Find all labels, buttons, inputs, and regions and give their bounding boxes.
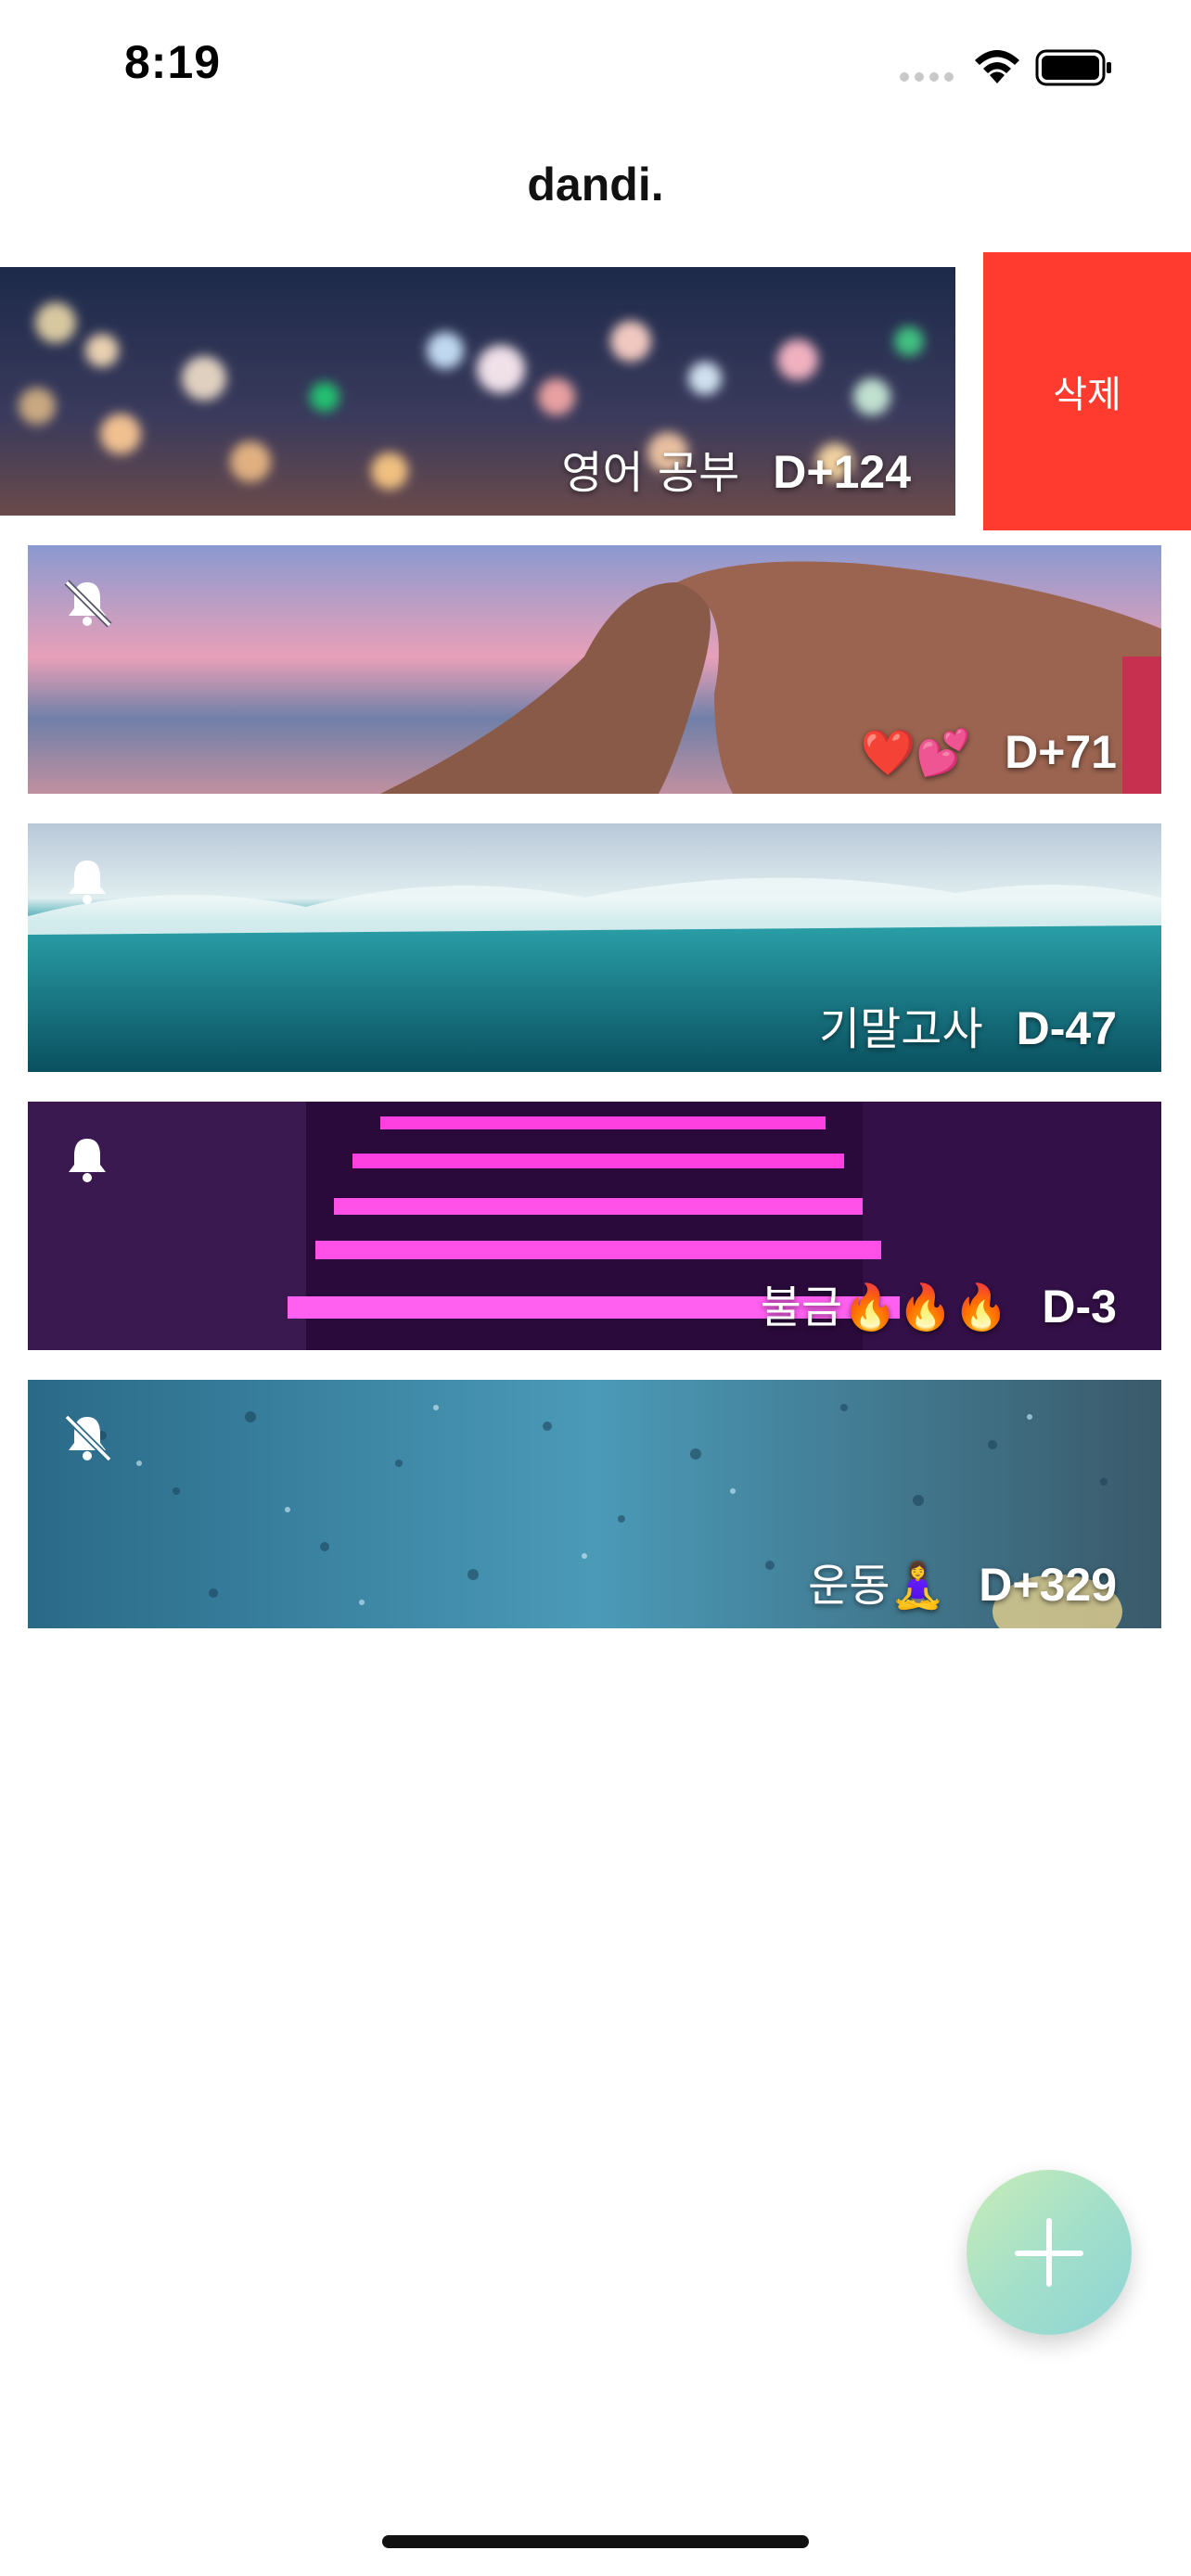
home-indicator bbox=[382, 2535, 809, 2548]
card-title: 기말고사 bbox=[818, 1003, 983, 1055]
bell-icon[interactable] bbox=[59, 853, 115, 909]
dday-card[interactable]: 영어 공부 D+124 bbox=[0, 267, 955, 516]
dday-card[interactable]: 운동🧘‍♀️ D+329 bbox=[28, 1380, 1161, 1628]
wifi-icon bbox=[975, 50, 1019, 83]
status-time: 8:19 bbox=[124, 36, 222, 88]
card-title: ❤️💕 bbox=[860, 727, 972, 779]
delete-button[interactable]: 삭제 bbox=[983, 252, 1191, 530]
dday-count: D+124 bbox=[773, 446, 911, 498]
plus-icon-vertical bbox=[1046, 2218, 1052, 2287]
dday-card[interactable]: 불금🔥🔥🔥 D-3 bbox=[28, 1102, 1161, 1350]
dday-count: D-3 bbox=[1042, 1281, 1117, 1333]
card-title: 영어 공부 bbox=[561, 447, 740, 499]
dday-count: D-47 bbox=[1016, 1002, 1117, 1054]
card-title: 운동🧘‍♀️ bbox=[808, 1560, 946, 1612]
card-label: 영어 공부 D+124 bbox=[561, 436, 911, 501]
card-label: 기말고사 D-47 bbox=[819, 992, 1117, 1057]
add-button[interactable] bbox=[967, 2170, 1132, 2335]
card-label: 불금🔥🔥🔥 D-3 bbox=[761, 1270, 1117, 1335]
dday-card[interactable]: 기말고사 D-47 bbox=[28, 823, 1161, 1072]
battery-icon bbox=[1035, 49, 1111, 86]
card-label: 운동🧘‍♀️ D+329 bbox=[808, 1549, 1117, 1613]
bell-icon[interactable] bbox=[59, 1131, 115, 1187]
dday-count: D+329 bbox=[979, 1559, 1117, 1611]
status-bar: 8:19 bbox=[0, 0, 1191, 130]
dday-count: D+71 bbox=[1005, 726, 1117, 778]
cellular-signal-icon bbox=[900, 72, 955, 82]
card-title: 불금🔥🔥🔥 bbox=[760, 1282, 1009, 1333]
card-label: ❤️💕 D+71 bbox=[861, 725, 1117, 779]
app-title: dandi. bbox=[527, 159, 664, 210]
dday-card[interactable]: ❤️💕 D+71 bbox=[28, 545, 1161, 794]
bell-slash-icon[interactable] bbox=[59, 575, 115, 631]
bell-slash-icon[interactable] bbox=[59, 1409, 115, 1465]
